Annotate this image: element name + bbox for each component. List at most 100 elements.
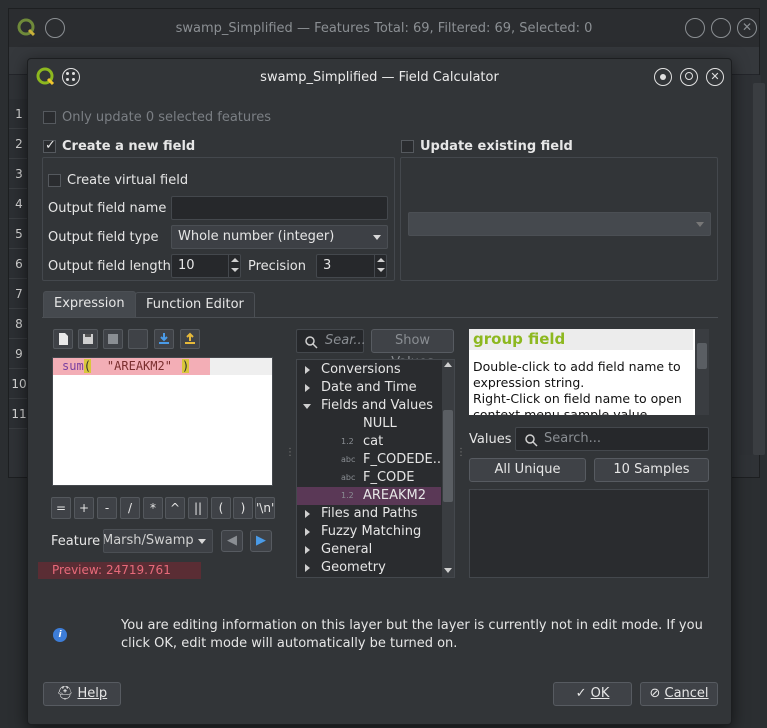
minimize-button[interactable] [654,68,672,86]
new-file-icon[interactable] [53,329,73,349]
chevron-down-icon [373,235,381,240]
operator-button[interactable]: ) [233,497,253,519]
operator-button[interactable]: ^ [165,497,185,519]
tree-scrollbar[interactable] [442,360,454,577]
operator-button[interactable]: = [51,497,71,519]
expression-close-paren: ) [181,359,190,373]
row-number[interactable]: 6 [9,249,29,279]
tab-expression[interactable]: Expression [43,291,136,317]
previous-feature-button[interactable]: ◀ [221,530,243,552]
operator-button[interactable]: || [188,497,208,519]
precision-stepper[interactable]: 3 [316,254,387,278]
tree-field-item[interactable]: NULL [297,415,441,433]
splitter-handle[interactable]: ⋮ [285,447,295,458]
tree-group-item[interactable]: Fields and Values [297,397,441,415]
import-icon[interactable] [154,329,174,349]
tree-group-item[interactable]: Date and Time [297,379,441,397]
feature-combo[interactable]: Marsh/Swamp [103,529,213,553]
tree-scrollbar-thumb[interactable] [443,410,453,502]
attribute-table-title: swamp_Simplified — Features Total: 69, F… [175,20,593,36]
values-search-input[interactable]: Search... [515,427,709,451]
help-scrollbar[interactable] [695,329,709,415]
row-number[interactable]: 9 [9,339,29,369]
checkbox-icon [48,174,61,187]
row-number[interactable]: 1 [9,99,29,129]
checkmark-icon: ✓ [575,686,587,701]
chevron-right-icon[interactable] [305,564,310,572]
tree-group-item[interactable]: Geometry [297,559,441,577]
tree-group-item[interactable]: General [297,541,441,559]
ten-samples-button[interactable]: 10 Samples [594,458,709,482]
dialog-titlebar: swamp_Simplified — Field Calculator ✕ [28,59,731,95]
operator-button[interactable]: * [143,497,163,519]
only-update-checkbox[interactable]: Only update 0 selected features [43,110,271,125]
chevron-down-icon[interactable] [303,404,311,409]
row-number[interactable]: 2 [9,129,29,159]
help-button[interactable]: ⛑ Help [43,682,121,706]
tree-group-item[interactable]: Files and Paths [297,505,441,523]
help-panel: group field Double-click to add field na… [469,329,709,415]
close-icon[interactable]: ✕ [706,68,724,86]
help-scrollbar-thumb[interactable] [697,343,707,369]
operator-button[interactable]: / [120,497,140,519]
export-icon[interactable] [180,329,200,349]
maximize-button[interactable] [711,18,731,38]
table-scrollbar[interactable] [753,83,765,455]
tree-field-item[interactable]: abc F_CODEDE... [297,451,441,469]
row-number[interactable]: 11 [9,399,29,429]
existing-field-combo[interactable] [408,212,711,236]
tree-group-item[interactable]: Fuzzy Matching [297,523,441,541]
output-length-stepper[interactable]: 10 [171,254,241,278]
splitter-handle[interactable]: ⋮ [456,447,466,458]
create-virtual-checkbox[interactable]: Create virtual field [48,173,188,188]
show-values-button[interactable]: Show Values [371,329,454,370]
tree-field-item[interactable]: abc F_CODE [297,469,441,487]
values-list[interactable] [469,489,709,578]
row-number[interactable]: 3 [9,159,29,189]
save-icon[interactable] [78,329,98,349]
help-icon: ⛑ [56,686,74,701]
scroll-up-icon[interactable] [444,362,452,367]
scroll-down-icon[interactable] [444,568,452,573]
preview-label: Preview: [52,563,103,577]
output-type-combo[interactable]: Whole number (integer) [171,225,388,249]
tree-field-item[interactable]: 1.2 cat [297,433,441,451]
row-number[interactable]: 8 [9,309,29,339]
tree-item-label: General [321,542,373,557]
function-search-placeholder: Sear... [325,333,366,348]
delete-icon[interactable] [128,329,148,349]
minimize-button[interactable] [685,18,705,38]
tree-group-item[interactable]: Conversions [297,361,441,379]
operator-button[interactable]: ( [211,497,231,519]
field-type-icon: abc [341,473,356,482]
chevron-right-icon[interactable] [305,384,310,392]
stepper-arrows-icon[interactable] [374,255,386,277]
operator-button[interactable]: + [74,497,94,519]
edit-icon[interactable] [103,329,123,349]
checkbox-icon [43,138,56,153]
chevron-right-icon[interactable] [305,510,310,518]
stepper-arrows-icon[interactable] [228,255,240,277]
close-icon[interactable]: ✕ [737,18,757,38]
cancel-button[interactable]: ⊘ Cancel [640,682,718,706]
update-existing-checkbox[interactable]: Update existing field [401,139,573,154]
row-number[interactable]: 5 [9,219,29,249]
chevron-right-icon[interactable] [305,528,310,536]
maximize-button[interactable] [680,68,698,86]
precision-label: Precision [248,259,307,274]
tree-field-item[interactable]: 1.2 AREAKM2 [297,487,441,505]
row-number[interactable]: 10 [9,369,29,399]
row-number[interactable]: 4 [9,189,29,219]
ok-button[interactable]: ✓ OK [553,682,632,706]
expression-editor[interactable]: sum("AREAKM2") [52,357,273,486]
tab-function-editor[interactable]: Function Editor [135,292,255,318]
all-unique-button[interactable]: All Unique [469,458,586,482]
create-new-field-checkbox[interactable]: Create a new field [43,138,195,154]
output-name-field[interactable] [171,196,388,220]
row-number[interactable]: 7 [9,279,29,309]
next-feature-button[interactable]: ▶ [250,530,272,552]
operator-button[interactable]: - [97,497,117,519]
chevron-right-icon[interactable] [305,546,310,554]
chevron-right-icon[interactable] [305,366,310,374]
operator-button[interactable]: '\n' [255,497,275,519]
